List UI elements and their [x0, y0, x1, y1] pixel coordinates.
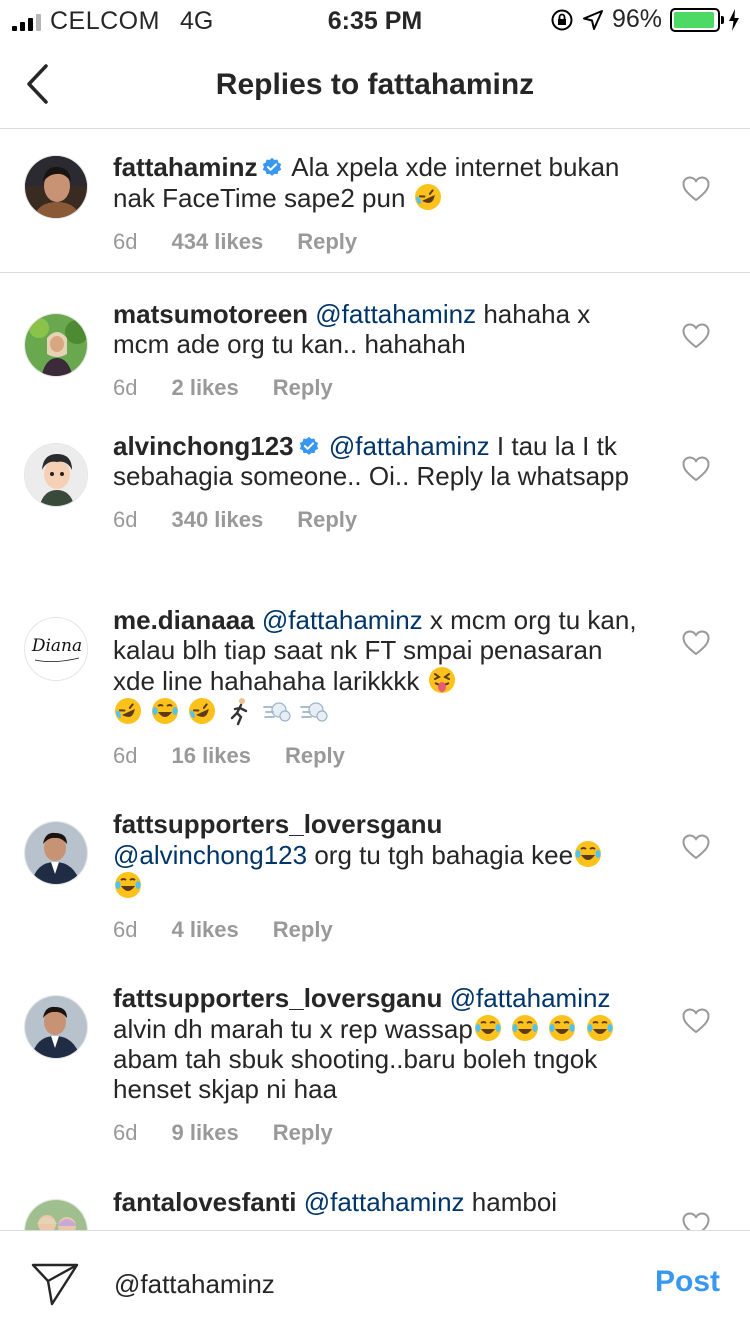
comments-list: fattahaminz Ala xpela xde internet bukan…	[0, 130, 750, 1230]
reply-button[interactable]: Reply	[273, 1120, 333, 1146]
comment-likes[interactable]: 16 likes	[171, 743, 251, 769]
reply-button[interactable]: Reply	[273, 917, 333, 943]
comment-age: 6d	[113, 507, 138, 532]
comment-age: 6d	[113, 743, 138, 768]
page-title: Replies to fattahaminz	[215, 68, 535, 101]
reply-comment: matsumotoreen @fattahaminz hahaha x mcm …	[0, 273, 750, 419]
mention-link[interactable]: @fattahaminz	[450, 983, 611, 1013]
comment-age: 6d	[113, 375, 138, 400]
status-bar: CELCOM 4G 6:35 PM 96%	[0, 0, 750, 40]
joy-emoji-icon	[152, 698, 179, 724]
mention-link[interactable]: @fattahaminz	[315, 299, 476, 329]
verified-badge-icon	[299, 436, 318, 455]
battery-percent: 96%	[611, 5, 662, 33]
mention-link[interactable]: @fattahaminz	[262, 605, 423, 635]
comment-age: 6d	[113, 917, 138, 942]
mention-link[interactable]: @alvinchong123	[113, 840, 307, 870]
runner-emoji-icon	[230, 698, 247, 726]
comment-input[interactable]	[114, 1269, 614, 1300]
direct-send-icon[interactable]	[30, 1261, 80, 1307]
like-heart-icon[interactable]	[682, 323, 710, 349]
avatar[interactable]	[24, 821, 88, 885]
reply-comment: fattsupporters_loversganu @alvinchong123…	[0, 797, 750, 971]
reply-comment: Diana me.dianaaa @fattahaminz x mcm org …	[0, 593, 750, 797]
verified-badge-icon	[263, 157, 282, 176]
like-heart-icon[interactable]	[682, 1212, 710, 1230]
reply-button[interactable]: Reply	[273, 375, 333, 401]
joy-emoji-icon	[549, 1015, 576, 1041]
diana-logo: Diana	[31, 636, 83, 656]
navigation-bar: Replies to fattahaminz	[0, 40, 750, 129]
avatar[interactable]	[24, 1199, 88, 1230]
reply-button[interactable]: Reply	[285, 743, 345, 769]
parent-comment: fattahaminz Ala xpela xde internet bukan…	[0, 130, 750, 273]
comment-text-continued: abam tah sbuk shooting..baru boleh tngok…	[113, 1044, 598, 1104]
post-button[interactable]: Post	[655, 1265, 720, 1299]
comment-likes[interactable]: 340 likes	[171, 507, 263, 533]
avatar[interactable]	[24, 155, 88, 219]
like-heart-icon[interactable]	[682, 1008, 710, 1034]
dash-emoji-icon	[263, 702, 291, 722]
joy-emoji-icon	[586, 1015, 613, 1041]
rofl-emoji-icon	[189, 698, 216, 724]
battery-icon	[670, 7, 724, 32]
mention-link[interactable]: @fattahaminz	[304, 1187, 465, 1217]
comment-age: 6d	[113, 229, 138, 254]
comment-username[interactable]: fattsupporters_loversganu	[113, 809, 442, 839]
orientation-lock-icon	[551, 9, 573, 30]
rofl-emoji-icon	[414, 184, 441, 210]
avatar[interactable]	[24, 995, 88, 1059]
joy-emoji-icon	[474, 1015, 501, 1041]
comment-likes[interactable]: 434 likes	[171, 229, 263, 255]
comment-username[interactable]: me.dianaaa	[113, 605, 255, 635]
avatar[interactable]: Diana	[24, 617, 88, 681]
avatar[interactable]	[24, 443, 88, 507]
comment-composer: Post	[0, 1230, 750, 1334]
comment-likes[interactable]: 2 likes	[171, 375, 238, 401]
joy-emoji-icon	[512, 1015, 539, 1041]
comment-username[interactable]: fattahaminz	[113, 152, 257, 182]
joy-emoji-icon	[575, 841, 602, 867]
like-heart-icon[interactable]	[682, 456, 710, 482]
reply-comment: fattsupporters_loversganu @fattahaminz a…	[0, 971, 750, 1175]
reply-button[interactable]: Reply	[297, 229, 357, 255]
comment-text: alvin dh marah tu x rep wassap	[113, 1014, 473, 1044]
like-heart-icon[interactable]	[682, 834, 710, 860]
comment-text: org tu tgh bahagia kee	[314, 840, 574, 870]
comment-age: 6d	[113, 1120, 138, 1145]
comment-username[interactable]: fattsupporters_loversganu	[113, 983, 442, 1013]
comment-likes[interactable]: 9 likes	[171, 1120, 238, 1146]
comment-likes[interactable]: 4 likes	[171, 917, 238, 943]
reply-comment: alvinchong123 @fattahaminz I tau la I tk…	[0, 419, 750, 593]
reply-comment: fantalovesfanti @fattahaminz hamboi	[0, 1175, 750, 1230]
charging-bolt-icon	[729, 8, 739, 31]
location-arrow-icon	[582, 9, 603, 30]
dash-emoji-icon	[300, 702, 328, 722]
like-heart-icon[interactable]	[682, 176, 710, 202]
tongue-out-emoji-icon	[428, 667, 455, 693]
comment-text: hamboi	[471, 1187, 558, 1217]
rofl-emoji-icon	[115, 698, 141, 724]
reply-button[interactable]: Reply	[297, 507, 357, 533]
like-heart-icon[interactable]	[682, 630, 710, 656]
comment-username[interactable]: alvinchong123	[113, 431, 294, 461]
comment-username[interactable]: matsumotoreen	[113, 299, 308, 329]
comment-username[interactable]: fantalovesfanti	[113, 1187, 297, 1217]
joy-emoji-icon	[115, 872, 141, 898]
avatar[interactable]	[24, 313, 88, 377]
mention-link[interactable]: @fattahaminz	[329, 431, 490, 461]
